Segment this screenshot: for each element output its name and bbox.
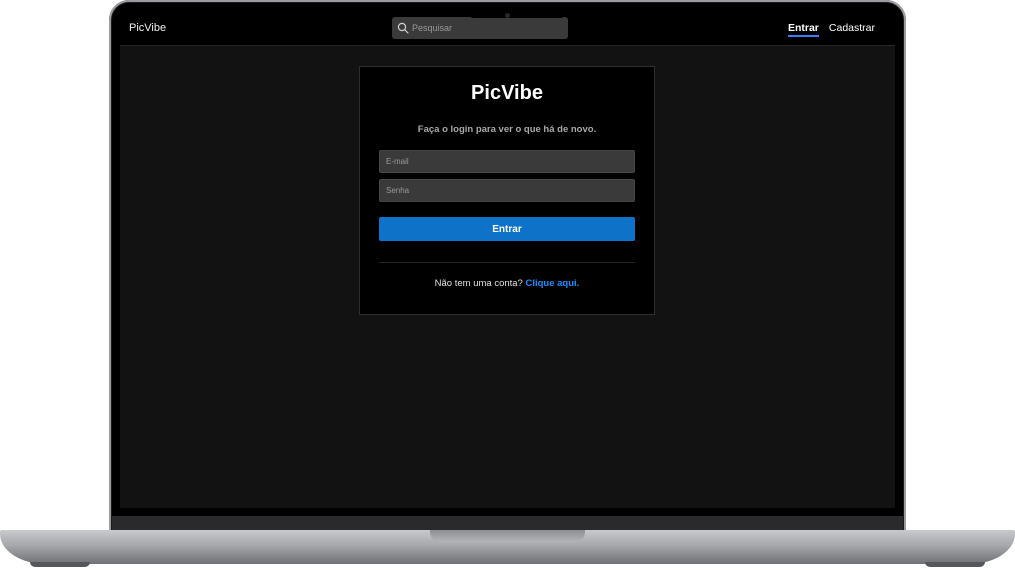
camera-icon [505, 13, 510, 18]
divider [379, 262, 635, 263]
auth-links: Entrar Cadastrar [787, 22, 875, 37]
search-icon [397, 22, 409, 34]
screen-bottom-bezel [112, 516, 903, 530]
camera-notch [466, 3, 568, 18]
signup-prompt: Não tem uma conta? Clique aqui. [360, 278, 654, 289]
brand-logo[interactable]: PicVibe [129, 22, 166, 34]
app-screen: PicVibe Entrar Cadastrar PicVibe Faça o … [120, 12, 895, 508]
search-bar[interactable] [392, 17, 568, 39]
signup-prompt-text: Não tem uma conta? [434, 278, 526, 289]
password-field[interactable] [379, 179, 635, 202]
login-link[interactable]: Entrar [787, 22, 819, 37]
login-subtitle: Faça o login para ver o que há de novo. [417, 124, 597, 135]
register-link[interactable]: Cadastrar [829, 22, 875, 37]
lid-opening-notch [430, 530, 585, 542]
email-field[interactable] [379, 150, 635, 173]
search-input[interactable] [412, 20, 482, 36]
login-card: PicVibe Faça o login para ver o que há d… [359, 66, 655, 315]
laptop-foot-right [925, 562, 985, 567]
laptop-foot-left [30, 562, 90, 567]
login-button[interactable]: Entrar [379, 217, 635, 241]
login-title: PicVibe [471, 82, 543, 104]
signup-link[interactable]: Clique aqui. [525, 278, 579, 289]
